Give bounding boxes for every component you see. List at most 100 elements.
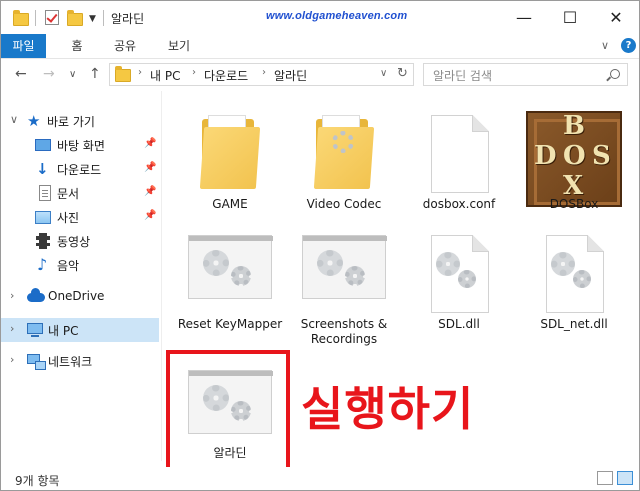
maximize-button[interactable]: ☐ <box>547 1 593 34</box>
minimize-button[interactable]: — <box>501 1 547 34</box>
breadcrumb-this-pc[interactable]: 내 PC <box>150 67 180 84</box>
forward-arrow-icon[interactable]: → <box>43 66 55 82</box>
cloud-icon <box>27 288 45 302</box>
gear-icon <box>345 266 365 286</box>
expand-chevron-icon[interactable]: › <box>10 289 14 302</box>
folder-icon <box>198 113 262 193</box>
tab-share[interactable]: 공유 <box>105 34 145 58</box>
gear-icon <box>458 270 476 288</box>
nav-item-pictures[interactable]: 사진 📌 <box>1 205 159 229</box>
up-arrow-icon[interactable]: ↑ <box>89 66 101 82</box>
navigation-pane: ∨ ★ 바로 가기 바탕 화면 📌 ↓ 다운로드 📌 문서 📌 사진 📌 동영상 <box>1 91 161 461</box>
file-item-screenshots-recordings[interactable]: Screenshots & Recordings <box>288 221 400 346</box>
item-count: 9개 항목 <box>15 474 60 488</box>
file-name: SDL_net.dll <box>540 317 608 331</box>
file-name: SDL.dll <box>438 317 480 331</box>
window-title: 알라딘 <box>111 12 145 26</box>
details-view-icon[interactable] <box>597 471 613 485</box>
pin-icon[interactable]: 📌 <box>144 210 156 221</box>
title-bar: ▼ 알라딘 www.oldgameheaven.com — ☐ ✕ <box>1 1 639 34</box>
expand-chevron-icon[interactable]: › <box>10 322 14 335</box>
dosbox-logo-letter: B <box>563 111 585 141</box>
application-icon <box>302 235 387 299</box>
network-icon <box>27 354 46 370</box>
file-item-dosbox[interactable]: B D O S X DOSBox <box>518 101 630 221</box>
nav-item-documents[interactable]: 문서 📌 <box>1 181 159 205</box>
properties-icon[interactable] <box>45 10 59 25</box>
dll-file-icon <box>546 235 604 313</box>
folder-icon <box>312 113 376 193</box>
nav-item-desktop[interactable]: 바탕 화면 📌 <box>1 133 159 157</box>
expand-chevron-icon[interactable]: › <box>10 353 14 366</box>
nav-item-network[interactable]: › 네트워크 <box>1 349 159 373</box>
refresh-icon[interactable]: ↻ <box>397 66 408 81</box>
close-button[interactable]: ✕ <box>593 1 639 34</box>
breadcrumb-chevron-icon[interactable]: › <box>138 67 142 78</box>
file-item-reset-keymapper[interactable]: Reset KeyMapper <box>174 221 286 341</box>
file-name: dosbox.conf <box>422 197 496 211</box>
file-item-dosbox-conf[interactable]: dosbox.conf <box>403 101 515 221</box>
file-name: GAME <box>212 197 248 211</box>
large-icons-view-icon[interactable] <box>617 471 633 485</box>
file-item-game[interactable]: GAME <box>174 101 286 221</box>
gear-icon <box>203 250 229 276</box>
file-name: DOSBox <box>549 197 599 211</box>
search-input[interactable]: 알라딘 검색 <box>423 63 628 86</box>
file-item-video-codec[interactable]: Video Codec <box>288 101 400 221</box>
address-bar[interactable]: › 내 PC › 다운로드 › 알라딘 ∨ ↻ <box>109 63 414 86</box>
breadcrumb-downloads[interactable]: 다운로드 <box>204 67 248 84</box>
customize-quick-access-arrow-icon[interactable]: ▼ <box>89 14 96 24</box>
toolbar-separator <box>35 10 36 26</box>
folder-icon[interactable] <box>13 10 29 26</box>
nav-label: OneDrive <box>48 289 105 303</box>
gear-icon <box>573 270 591 288</box>
collapse-chevron-icon[interactable]: ∨ <box>10 113 18 126</box>
breadcrumb-chevron-icon[interactable]: › <box>262 67 266 78</box>
back-arrow-icon[interactable]: ← <box>15 66 27 82</box>
desktop-icon <box>35 139 51 151</box>
gear-icon <box>332 131 354 153</box>
breadcrumb-aladdin[interactable]: 알라딘 <box>274 67 307 84</box>
gear-icon <box>551 252 575 276</box>
star-icon: ★ <box>27 112 41 130</box>
file-item-sdl-net-dll[interactable]: SDL_net.dll <box>518 221 630 341</box>
pin-icon[interactable]: 📌 <box>144 162 156 173</box>
pictures-icon <box>35 211 51 224</box>
nav-label: 문서 <box>57 187 80 201</box>
breadcrumb-chevron-icon[interactable]: › <box>192 67 196 78</box>
address-dropdown-chevron-icon[interactable]: ∨ <box>380 68 387 79</box>
nav-item-music[interactable]: ♪ 음악 <box>1 253 159 277</box>
pin-icon[interactable]: 📌 <box>144 138 156 149</box>
help-icon[interactable]: ? <box>621 38 636 53</box>
explorer-window: ▼ 알라딘 www.oldgameheaven.com — ☐ ✕ 파일 홈 공… <box>0 0 640 491</box>
status-bar: 9개 항목 <box>1 467 639 490</box>
nav-item-this-pc[interactable]: › 내 PC <box>1 318 159 342</box>
dll-file-icon <box>431 235 489 313</box>
navigation-bar: ← → ∨ ↑ › 내 PC › 다운로드 › 알라딘 ∨ ↻ 알라딘 검색 <box>1 59 639 91</box>
nav-label: 사진 <box>57 211 80 225</box>
file-icon <box>431 115 489 193</box>
nav-item-onedrive[interactable]: › OneDrive <box>1 285 159 309</box>
nav-label: 동영상 <box>57 235 91 249</box>
folder-icon <box>115 66 131 82</box>
ribbon-tabs: 파일 홈 공유 보기 ∨ ? <box>1 34 639 59</box>
pin-icon[interactable]: 📌 <box>144 186 156 197</box>
nav-item-videos[interactable]: 동영상 <box>1 229 159 253</box>
nav-item-downloads[interactable]: ↓ 다운로드 📌 <box>1 157 159 181</box>
site-watermark: www.oldgameheaven.com <box>266 10 408 22</box>
gear-icon <box>317 250 343 276</box>
tab-view[interactable]: 보기 <box>157 34 201 58</box>
tab-home[interactable]: 홈 <box>57 34 97 58</box>
title-separator <box>103 10 104 26</box>
file-item-sdl-dll[interactable]: SDL.dll <box>403 221 515 341</box>
expand-ribbon-chevron-icon[interactable]: ∨ <box>601 39 609 52</box>
dosbox-logo-letter: O <box>563 141 586 171</box>
file-name: Video Codec <box>306 197 382 211</box>
nav-item-quick-access[interactable]: ∨ ★ 바로 가기 <box>1 109 159 133</box>
tab-file[interactable]: 파일 <box>1 34 46 58</box>
music-icon: ♪ <box>37 255 48 274</box>
search-icon[interactable] <box>610 69 620 79</box>
new-folder-icon[interactable] <box>67 10 83 26</box>
recent-locations-chevron-icon[interactable]: ∨ <box>69 69 76 80</box>
gear-icon <box>231 266 251 286</box>
